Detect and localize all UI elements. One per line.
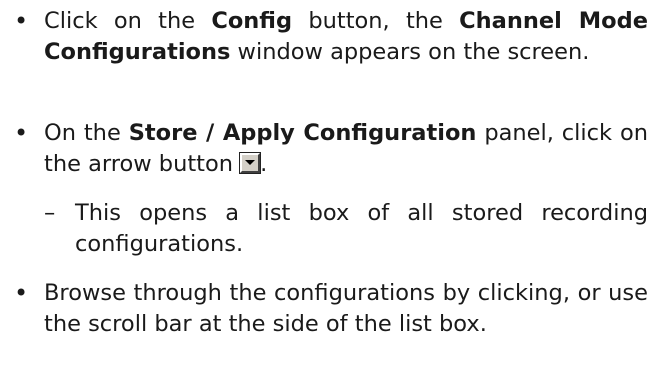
step-config-button: Click on the Config button, the Channel … [44,6,648,68]
step-text: button, the [292,8,460,34]
bullet-marker: • [14,7,29,35]
step-text: On the [44,120,129,146]
bullet-marker: • [14,119,29,147]
bullet-marker: • [14,279,29,307]
store-apply-panel-label: Store / Apply Configuration [128,120,477,146]
step-text: Click on the [44,8,212,34]
step-text: window appears on the screen. [230,39,590,65]
step-text: . [260,151,268,177]
step-browse-configurations: Browse through the configurations by cli… [44,280,648,337]
dropdown-arrow-icon [239,152,262,174]
step-store-apply-panel: On the Store / Apply Configuration panel… [44,118,648,180]
config-button-label: Config [211,8,293,34]
dash-marker: – [44,200,56,226]
instruction-document: • Click on the Config button, the Channe… [0,0,656,376]
substep-list-box: This opens a list box of all stored reco… [75,200,648,257]
